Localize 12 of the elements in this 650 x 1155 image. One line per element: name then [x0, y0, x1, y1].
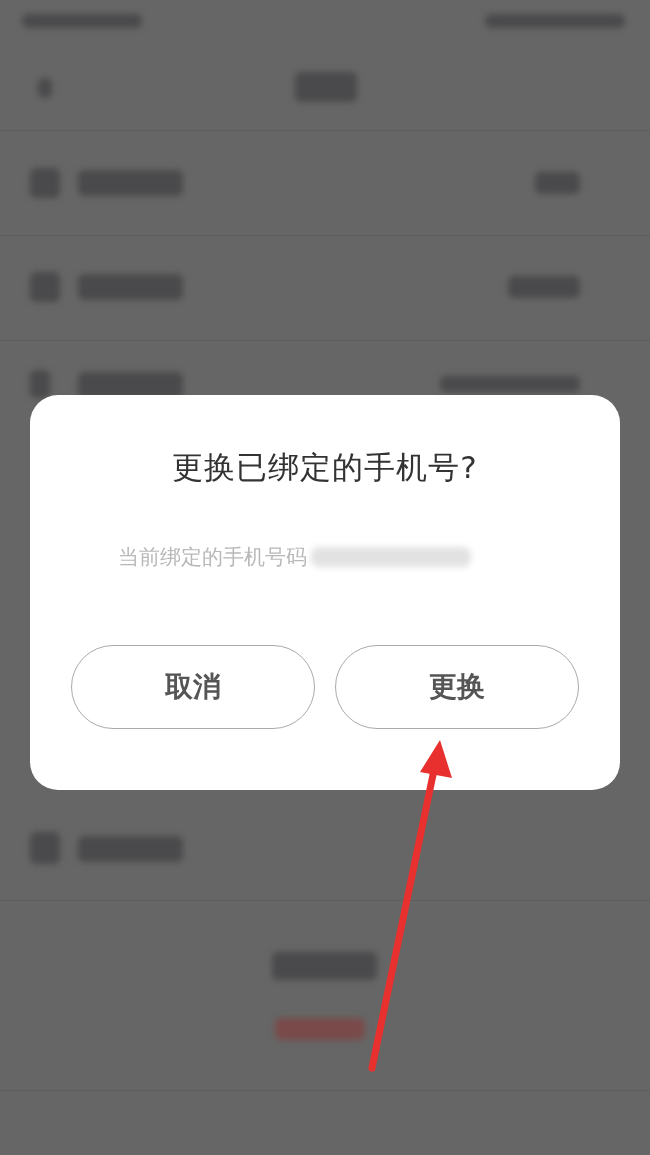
blurred-text [508, 276, 580, 298]
blurred-text [30, 832, 60, 864]
blurred-text [38, 78, 52, 98]
blurred-text [535, 172, 580, 194]
dialog-title: 更换已绑定的手机号? [172, 448, 478, 487]
dialog-button[interactable]: 更换 [335, 645, 579, 729]
dialog-button[interactable]: 取消 [71, 645, 315, 729]
blurred-text [30, 370, 50, 398]
blurred-text [30, 272, 60, 302]
dialog-message: 当前绑定的手机号码 [118, 544, 307, 571]
blurred-text [295, 72, 357, 102]
blurred-text [30, 168, 60, 198]
